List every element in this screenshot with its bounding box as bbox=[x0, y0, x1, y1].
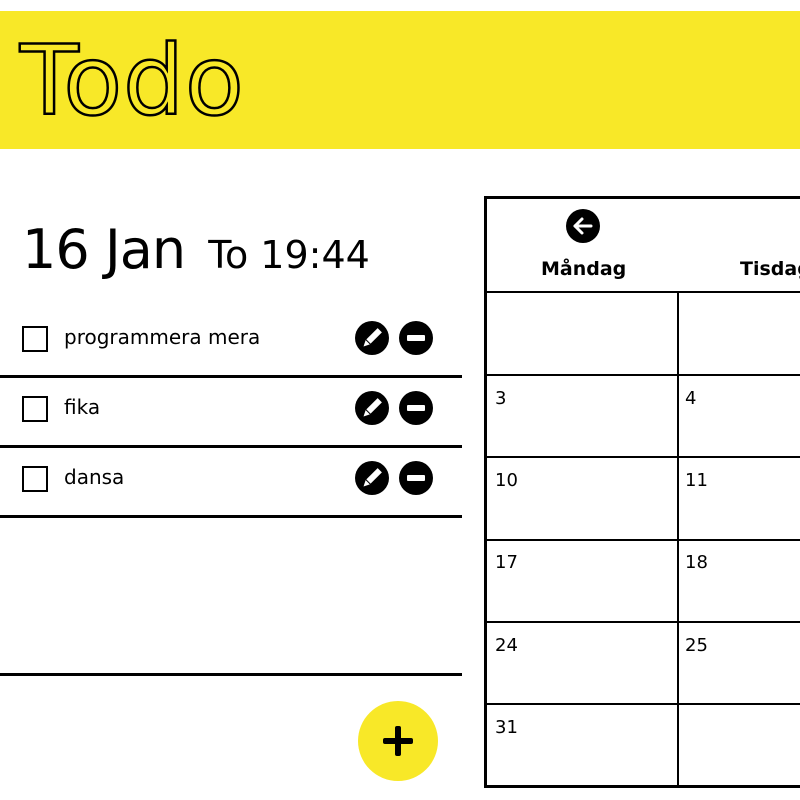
calendar-row-divider bbox=[487, 539, 800, 541]
todo-divider bbox=[0, 515, 462, 518]
app-title: Todo bbox=[19, 25, 245, 137]
weekday-tuesday: Tisdag bbox=[740, 258, 800, 280]
weekday-monday: Måndag bbox=[541, 258, 627, 280]
calendar-row-divider bbox=[487, 456, 800, 458]
todo-item: dansa bbox=[0, 448, 462, 516]
app-header: Todo bbox=[0, 11, 800, 149]
minus-circle-icon bbox=[407, 405, 425, 411]
pencil-icon bbox=[363, 468, 382, 487]
calendar-day[interactable]: 3 bbox=[495, 388, 506, 409]
remove-button[interactable] bbox=[399, 321, 433, 355]
calendar-day[interactable]: 4 bbox=[685, 388, 696, 409]
todo-item: fika bbox=[0, 378, 462, 446]
edit-button[interactable] bbox=[355, 461, 389, 495]
calendar-day[interactable]: 10 bbox=[495, 470, 518, 491]
pencil-icon bbox=[363, 398, 382, 417]
todo-label: dansa bbox=[64, 465, 125, 489]
add-todo-button[interactable] bbox=[358, 701, 438, 781]
calendar-prev-button[interactable] bbox=[566, 209, 600, 243]
todo-label: programmera mera bbox=[64, 325, 261, 349]
calendar-day[interactable]: 24 bbox=[495, 635, 518, 656]
pencil-icon bbox=[363, 328, 382, 347]
date-day-month: 16 Jan bbox=[22, 218, 186, 281]
calendar-day[interactable]: 31 bbox=[495, 717, 518, 738]
todo-checkbox[interactable] bbox=[22, 396, 48, 422]
calendar-row-divider bbox=[487, 374, 800, 376]
calendar-day[interactable]: 11 bbox=[685, 470, 708, 491]
date-weekday-time: To 19:44 bbox=[208, 233, 370, 277]
edit-button[interactable] bbox=[355, 321, 389, 355]
calendar-column-divider bbox=[677, 293, 679, 785]
calendar: Måndag Tisdag 3 4 10 11 17 18 24 25 31 bbox=[484, 196, 800, 788]
calendar-header-divider bbox=[487, 291, 800, 293]
calendar-row-divider bbox=[487, 621, 800, 623]
calendar-day[interactable]: 18 bbox=[685, 552, 708, 573]
calendar-row-divider bbox=[487, 703, 800, 705]
calendar-day[interactable]: 25 bbox=[685, 635, 708, 656]
minus-circle-icon bbox=[407, 475, 425, 481]
calendar-day[interactable]: 17 bbox=[495, 552, 518, 573]
todo-list-bottom-divider bbox=[0, 673, 462, 676]
edit-button[interactable] bbox=[355, 391, 389, 425]
minus-circle-icon bbox=[407, 335, 425, 341]
todo-checkbox[interactable] bbox=[22, 466, 48, 492]
current-date: 16 Jan To 19:44 bbox=[22, 218, 370, 281]
arrow-left-icon bbox=[573, 217, 593, 235]
todo-checkbox[interactable] bbox=[22, 326, 48, 352]
plus-icon-vertical bbox=[395, 726, 401, 756]
remove-button[interactable] bbox=[399, 391, 433, 425]
todo-item: programmera mera bbox=[0, 308, 462, 376]
remove-button[interactable] bbox=[399, 461, 433, 495]
todo-label: fika bbox=[64, 395, 101, 419]
